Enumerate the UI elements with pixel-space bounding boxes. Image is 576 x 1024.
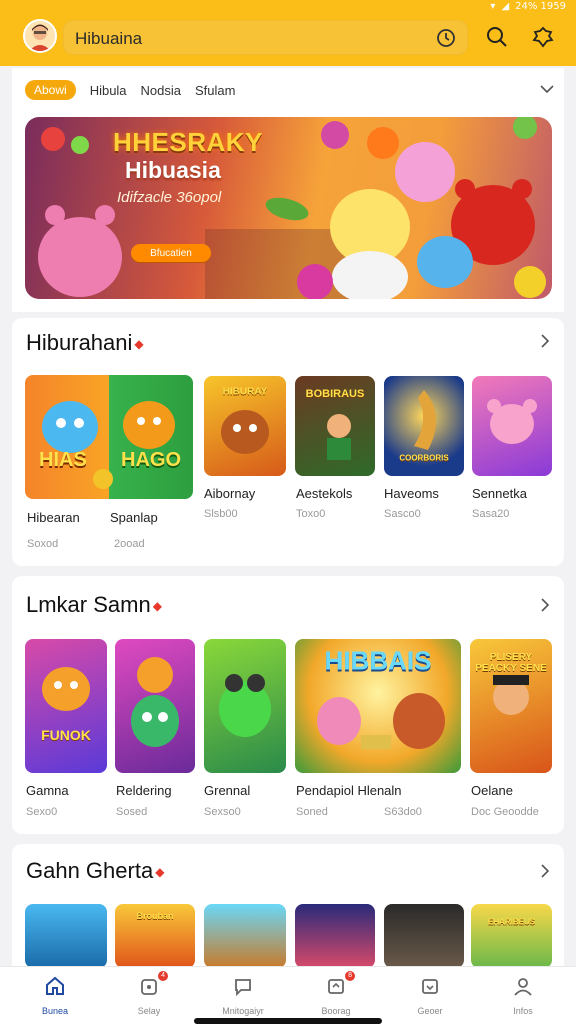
- game-tile[interactable]: EHARIBEUS: [471, 904, 552, 968]
- tile-name: Hibearan: [27, 510, 80, 525]
- status-text: 24% 1959: [515, 0, 566, 12]
- top-app-bar: ▾ ◢ 24% 1959 Hibuaina: [0, 0, 576, 66]
- nav-label: Geoer: [417, 1006, 443, 1016]
- chip[interactable]: Nodsia: [141, 83, 181, 98]
- promo-banner[interactable]: HHESRAKY Hibuasia Idifzacle 36opol Bfuca…: [25, 117, 552, 299]
- tile-logo-right: HAGO: [121, 449, 181, 471]
- game-tile[interactable]: [204, 639, 286, 773]
- tile-subtitle: Soned: [296, 806, 328, 818]
- search-input[interactable]: Hibuaina: [63, 20, 468, 55]
- game-tile[interactable]: [115, 639, 195, 773]
- home-indicator[interactable]: [194, 1018, 382, 1024]
- tile-name: Gamna: [26, 783, 69, 798]
- avatar[interactable]: [23, 19, 57, 53]
- home-icon: [46, 976, 64, 995]
- banner-art: [38, 117, 546, 299]
- game-tile[interactable]: [472, 376, 552, 476]
- nav-home[interactable]: Bunea: [20, 975, 90, 1016]
- nav-label: Boorag: [321, 1006, 351, 1016]
- tile-subtitle: 2ooad: [114, 538, 145, 550]
- game-tile[interactable]: [204, 904, 286, 968]
- tile-name: Aestekols: [296, 486, 353, 501]
- nav-label: Selay: [137, 1006, 161, 1016]
- tile-subtitle: Doc Geoodde: [471, 806, 539, 818]
- tile-name: Spanlap: [110, 510, 158, 525]
- tile-name: Oelane: [471, 783, 513, 798]
- tile-name: Reldering: [116, 783, 172, 798]
- tile-name: Sennetka: [472, 486, 527, 501]
- tile-subtitle: Sexso0: [204, 806, 241, 818]
- history-icon[interactable]: [436, 28, 456, 53]
- tile-subtitle: S63do0: [384, 806, 422, 818]
- game-tile[interactable]: [384, 904, 464, 968]
- settings-icon[interactable]: [530, 24, 556, 50]
- banner-button[interactable]: Bfucatien: [131, 244, 211, 262]
- banner-title: HHESRAKY: [113, 127, 263, 157]
- game-tile[interactable]: FUNOK: [25, 639, 107, 773]
- tile-subtitle: Sasa20: [472, 508, 510, 520]
- tile-name: Grennal: [204, 783, 251, 798]
- tile-art: [42, 401, 175, 489]
- search-value: Hibuaina: [75, 29, 143, 48]
- game-tile[interactable]: [25, 904, 107, 968]
- chip[interactable]: Sfulam: [195, 83, 235, 98]
- chevron-right-icon[interactable]: [540, 334, 550, 353]
- banner-subtitle: Hibuasia: [125, 157, 221, 183]
- notification-badge: 8: [345, 971, 355, 981]
- profile-icon: [514, 978, 532, 996]
- nav-selay[interactable]: 4 Selay: [114, 971, 184, 1016]
- chevron-right-icon[interactable]: [540, 864, 550, 883]
- game-tile[interactable]: Brouban: [115, 904, 195, 968]
- game-tile[interactable]: PLISERY PEACKY SENE: [470, 639, 552, 773]
- wifi-icon: ▾: [490, 0, 496, 12]
- tile-name: Aibornay: [204, 486, 256, 501]
- nav-label: Bunea: [41, 1006, 69, 1016]
- nav-geoer[interactable]: Geoer: [395, 975, 465, 1016]
- tile-subtitle: Soxod: [27, 538, 59, 550]
- tile-name: Pendapiol Hlenaln: [296, 783, 402, 798]
- controller-icon: [422, 979, 438, 994]
- status-bar: ▾ ◢ 24% 1959: [490, 0, 566, 12]
- section-title: Gahn Gherta ◆: [26, 858, 165, 883]
- nav-messages[interactable]: Mnitogaiyr: [208, 975, 278, 1016]
- trophy-icon: [328, 979, 344, 994]
- tile-logo-left: HIAS: [39, 449, 87, 471]
- search-icon[interactable]: [484, 24, 510, 50]
- nav-label: Mnitogaiyr: [222, 1006, 264, 1016]
- tile-subtitle: Sexo0: [26, 806, 58, 818]
- nav-label: Infos: [513, 1006, 533, 1016]
- banner-tagline: Idifzacle 36opol: [117, 189, 222, 206]
- nav-boorag[interactable]: 8 Boorag: [301, 971, 371, 1016]
- chevron-right-icon[interactable]: [540, 598, 550, 617]
- chevron-down-icon[interactable]: [540, 81, 554, 99]
- section-title: Hiburahani ◆: [26, 330, 144, 355]
- tile-name: Haveoms: [384, 486, 439, 501]
- chip-active[interactable]: Abowi: [25, 80, 76, 100]
- game-tile-large[interactable]: HIAS HAGO: [25, 375, 193, 499]
- tile-subtitle: Sosed: [116, 806, 148, 818]
- tile-subtitle: Slsb00: [204, 508, 238, 520]
- tile-subtitle: Sasco0: [384, 508, 421, 520]
- nav-profile[interactable]: Infos: [488, 975, 558, 1016]
- game-tile[interactable]: HIBURAY: [204, 376, 286, 476]
- bottom-navigation: Bunea 4 Selay Mnitogaiyr 8 Boorag Geoer …: [0, 966, 576, 1024]
- game-tile[interactable]: BOBIRAUS: [295, 376, 375, 476]
- game-tile-wide[interactable]: HIBBAIS: [295, 639, 461, 773]
- category-chips: Abowi Hibula Nodsia Sfulam: [25, 79, 235, 101]
- chat-icon: [235, 979, 251, 997]
- tile-subtitle: Toxo0: [296, 508, 326, 520]
- notification-badge: 4: [158, 971, 168, 981]
- signal-icon: ◢: [501, 0, 510, 12]
- game-tile[interactable]: COORBORIS: [384, 376, 464, 476]
- game-tile[interactable]: [295, 904, 375, 968]
- section-title: Lmkar Samn ◆: [26, 592, 162, 617]
- chip[interactable]: Hibula: [90, 83, 127, 98]
- gift-icon: [141, 979, 157, 995]
